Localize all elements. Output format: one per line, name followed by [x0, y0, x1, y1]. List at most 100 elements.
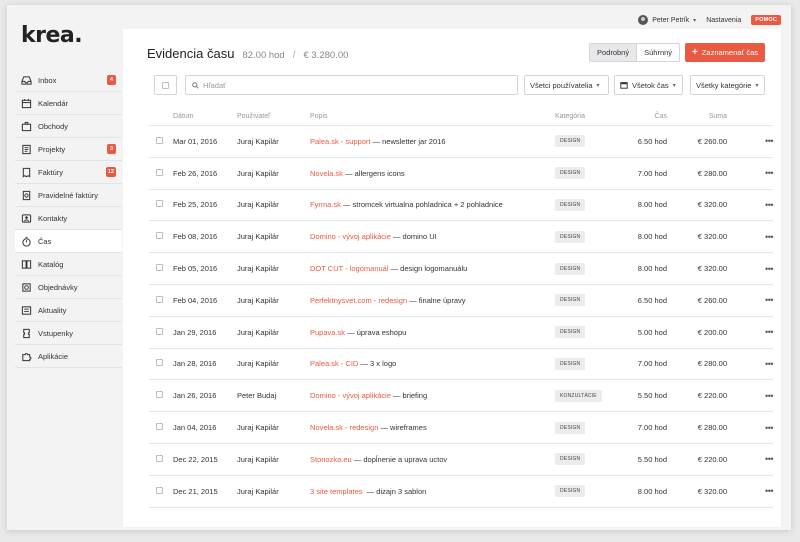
project-link[interactable]: DOT CUT - logomanuál	[310, 264, 389, 273]
category-badge: DESIGN	[555, 294, 586, 307]
table-row[interactable]: Jan 04, 2016 Juraj Kapilár Novela.sk - red…	[149, 412, 774, 444]
users-dropdown[interactable]: Všetci používatelia ▾	[524, 75, 609, 95]
project-link[interactable]: Palea.sk - CID	[310, 359, 358, 368]
project-link[interactable]: Domino - vývoj aplikácie	[310, 232, 391, 241]
row-category: DESIGN	[555, 357, 615, 370]
table-row[interactable]: Jan 29, 2016 Juraj Kapilár Pupava.sk — úpr…	[149, 317, 774, 349]
more-actions-icon[interactable]: •••	[727, 295, 773, 305]
sidebar-item-ticket[interactable]: Vstupenky	[15, 322, 122, 345]
project-link[interactable]: Domino - vývoj aplikácie	[310, 391, 391, 400]
project-link[interactable]: Pupava.sk	[310, 328, 345, 337]
view-summary-button[interactable]: Súhrnný	[637, 44, 679, 61]
row-checkbox[interactable]	[149, 168, 173, 178]
project-link[interactable]: Novela.sk - redesign	[310, 423, 378, 432]
row-checkbox[interactable]	[149, 359, 173, 368]
more-actions-icon[interactable]: •••	[727, 423, 773, 433]
row-checkbox[interactable]	[149, 327, 173, 337]
row-sum: € 320.00	[697, 232, 727, 242]
row-checkbox[interactable]	[149, 423, 173, 432]
select-all-checkbox[interactable]	[154, 75, 177, 95]
project-link[interactable]: Stonozka.eu	[310, 455, 352, 464]
sidebar-item-stopwatch[interactable]: Čas	[15, 230, 122, 253]
more-actions-icon[interactable]: •••	[727, 168, 773, 178]
row-category: DESIGN	[555, 230, 615, 243]
more-actions-icon[interactable]: •••	[727, 359, 773, 369]
more-actions-icon[interactable]: •••	[727, 200, 773, 210]
sidebar-item-calendar[interactable]: Kalendár	[15, 92, 122, 115]
row-sum: € 280.00	[697, 168, 727, 178]
table-row[interactable]: Feb 05, 2016 Juraj Kapilár DOT CUT - logom…	[149, 253, 774, 285]
row-user: Juraj Kapilár	[237, 327, 279, 337]
row-category: DESIGN	[555, 453, 615, 466]
project-link[interactable]: Fyrma.sk	[310, 200, 341, 209]
time-dropdown[interactable]: Všetok čas ▾	[614, 75, 683, 95]
task-text: — domino UI	[390, 232, 437, 242]
table-row[interactable]: Feb 26, 2016 Juraj Kapilár Novela.sk — all…	[149, 158, 774, 190]
row-checkbox[interactable]	[149, 264, 173, 273]
row-checkbox[interactable]	[149, 454, 173, 464]
row-date: Jan 26, 2016	[173, 391, 217, 401]
sidebar-item-projects[interactable]: Projekty 3	[15, 138, 122, 161]
row-checkbox[interactable]	[149, 486, 173, 496]
sidebar-item-inbox[interactable]: Inbox 4	[15, 69, 122, 92]
sidebar: Inbox 4 Kalendár Obchody Projekty 3 Faktúry 12 P…	[15, 69, 122, 368]
row-checkbox[interactable]	[149, 232, 173, 241]
project-link[interactable]: Palea.sk - support	[310, 137, 370, 146]
more-actions-icon[interactable]: •••	[727, 454, 773, 464]
sidebar-item-news[interactable]: Aktuality	[15, 299, 122, 322]
logo[interactable]: krea.	[21, 23, 83, 48]
project-link[interactable]: 3 site templates	[310, 487, 363, 496]
row-date: Jan 28, 2016	[173, 359, 217, 369]
header-category[interactable]: Kategória	[555, 113, 615, 120]
sidebar-item-invoice[interactable]: Faktúry 12	[15, 161, 122, 184]
more-actions-icon[interactable]: •••	[727, 486, 773, 496]
header-user[interactable]: Používateľ	[237, 113, 310, 120]
table-row[interactable]: Feb 25, 2016 Juraj Kapilár Fyrma.sk — stro…	[149, 190, 774, 222]
header-date[interactable]: Dátum	[173, 113, 237, 120]
header-time[interactable]: Čas	[615, 113, 667, 120]
settings-link[interactable]: Nastavenia	[706, 17, 741, 24]
table-row[interactable]: Jan 26, 2016 Peter Budaj Domino - vývoj ap…	[149, 380, 774, 413]
help-button[interactable]: POMOC	[751, 15, 781, 25]
search-field[interactable]	[185, 75, 518, 95]
header-description[interactable]: Popis	[310, 113, 555, 120]
invoice-icon	[21, 167, 32, 178]
table-row[interactable]: Jan 28, 2016 Juraj Kapilár Palea.sk - CID …	[149, 349, 774, 381]
more-actions-icon[interactable]: •••	[727, 136, 773, 146]
search-input[interactable]	[203, 80, 503, 90]
more-actions-icon[interactable]: •••	[727, 327, 773, 337]
sidebar-item-briefcase[interactable]: Obchody	[15, 115, 122, 138]
table-row[interactable]: Mar 01, 2016 Juraj Kapilár Palea.sk - supp…	[149, 126, 774, 158]
sidebar-item-contacts[interactable]: Kontakty	[15, 207, 122, 230]
table-row[interactable]: Feb 04, 2016 Juraj Kapilár Perfektnysvet.c…	[149, 285, 774, 317]
category-badge: DESIGN	[555, 262, 586, 275]
project-link[interactable]: Novela.sk	[310, 169, 343, 178]
page-title: Evidencia času	[147, 46, 235, 61]
task-text: — wireframes	[378, 423, 427, 433]
table-row[interactable]: Dec 21, 2015 Juraj Kapilár 3 site template…	[149, 476, 774, 508]
row-date: Dec 22, 2015	[173, 454, 218, 464]
log-time-button[interactable]: + Zaznamenať čas	[684, 43, 765, 62]
sidebar-item-puzzle[interactable]: Aplikácie	[15, 345, 122, 368]
category-dropdown[interactable]: Všetky kategórie ▾	[690, 75, 765, 95]
more-actions-icon[interactable]: •••	[727, 232, 773, 242]
more-actions-icon[interactable]: •••	[727, 391, 773, 401]
row-checkbox[interactable]	[149, 391, 173, 400]
row-time: 6.50 hod	[637, 136, 667, 146]
row-user: Juraj Kapilár	[237, 423, 279, 433]
row-description: Palea.sk - support — newsletter jar 2016	[310, 137, 555, 146]
sidebar-item-catalog[interactable]: Katalóg	[15, 253, 122, 276]
table-row[interactable]: Dec 22, 2015 Juraj Kapilár Stonozka.eu — d…	[149, 444, 774, 476]
table-row[interactable]: Feb 08, 2016 Juraj Kapilár Domino - vývoj …	[149, 221, 774, 254]
row-checkbox[interactable]	[149, 295, 173, 305]
view-detailed-button[interactable]: Podrobný	[590, 44, 638, 61]
row-checkbox[interactable]	[149, 200, 173, 209]
row-checkbox[interactable]	[149, 136, 173, 146]
header-sum[interactable]: Suma	[667, 113, 727, 120]
user-menu[interactable]: Peter Petrík ▾	[638, 15, 696, 25]
project-link[interactable]: Perfektnysvet.com - redesign	[310, 296, 407, 305]
more-actions-icon[interactable]: •••	[727, 264, 773, 274]
sidebar-item-orders[interactable]: Objednávky	[15, 276, 122, 299]
category-badge: DESIGN	[555, 198, 586, 211]
sidebar-item-recurring-invoice[interactable]: Pravidelné faktúry	[15, 184, 122, 207]
